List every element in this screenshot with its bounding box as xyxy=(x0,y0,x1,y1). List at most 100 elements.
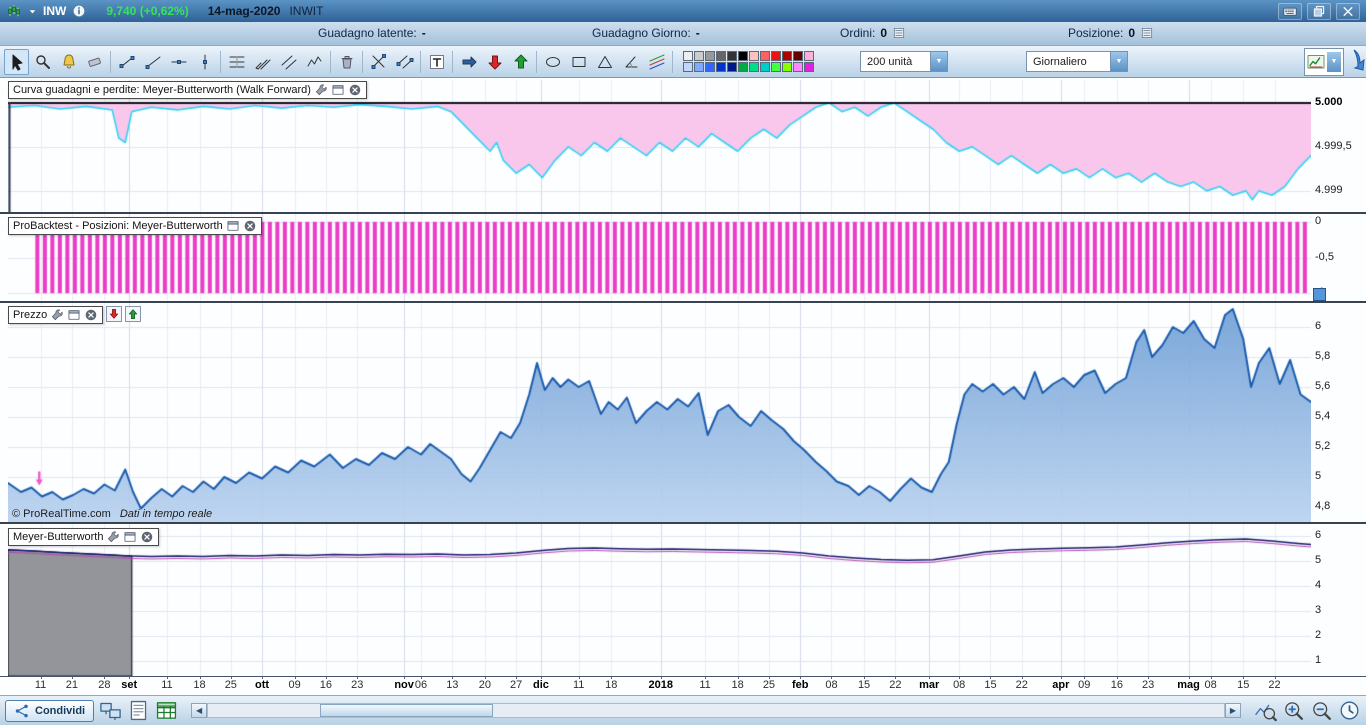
settings-wrench-icon[interactable] xyxy=(106,530,120,544)
order-report-icon[interactable] xyxy=(127,699,150,722)
fibonacci-tool[interactable] xyxy=(224,49,249,75)
delete-drawings-tool[interactable] xyxy=(334,49,359,75)
units-dropdown-arrow[interactable]: ▼ xyxy=(930,52,947,71)
ray-tool[interactable] xyxy=(140,49,165,75)
color-swatch[interactable] xyxy=(760,62,770,72)
detach-window-icon[interactable] xyxy=(123,530,137,544)
color-swatch[interactable] xyxy=(716,51,726,61)
chart-style-button[interactable]: ▼ xyxy=(1304,47,1344,76)
detach-window-icon[interactable] xyxy=(226,219,240,233)
panel-scroll-arrow[interactable] xyxy=(1351,48,1366,74)
triangle-tool[interactable] xyxy=(592,49,617,75)
color-swatch[interactable] xyxy=(749,51,759,61)
detach-window-icon[interactable] xyxy=(67,308,81,322)
color-swatch[interactable] xyxy=(738,62,748,72)
vertical-line-tool[interactable] xyxy=(192,49,217,75)
close-panel-icon[interactable] xyxy=(243,219,257,233)
color-swatch[interactable] xyxy=(771,51,781,61)
panel-divider[interactable] xyxy=(0,301,1366,303)
scroll-right-button[interactable]: ▶ xyxy=(1225,703,1241,718)
timeframe-dropdown-arrow[interactable]: ▼ xyxy=(1110,52,1127,71)
instrument-dropdown-caret[interactable] xyxy=(27,6,38,17)
trendline-tool[interactable] xyxy=(114,49,139,75)
angle-tool[interactable] xyxy=(618,49,643,75)
color-swatch[interactable] xyxy=(694,51,704,61)
timeframe-dropdown[interactable]: Giornaliero ▼ xyxy=(1026,51,1128,72)
restore-window-button[interactable] xyxy=(1307,2,1331,20)
equity-panel-tab[interactable]: Curva guadagni e perdite: Meyer-Butterwo… xyxy=(8,81,367,99)
pointer-tool[interactable] xyxy=(4,48,29,75)
color-swatch[interactable] xyxy=(683,51,693,61)
close-window-button[interactable] xyxy=(1336,2,1360,20)
color-swatch[interactable] xyxy=(694,62,704,72)
color-swatch[interactable] xyxy=(716,62,726,72)
pitchfork-tool[interactable] xyxy=(250,49,275,75)
market-table-icon[interactable] xyxy=(155,699,178,722)
color-swatch[interactable] xyxy=(705,51,715,61)
sell-marker-icon[interactable] xyxy=(106,306,123,322)
orders-list-icon[interactable] xyxy=(892,26,906,40)
cross-lines-tool[interactable] xyxy=(366,49,391,75)
close-panel-icon[interactable] xyxy=(348,83,362,97)
linked-windows-icon[interactable] xyxy=(99,699,122,722)
ellipse-tool[interactable] xyxy=(540,49,565,75)
parallel-lines-tool[interactable] xyxy=(392,49,417,75)
scrollbar-track[interactable] xyxy=(207,703,1225,718)
scrollbar-thumb[interactable] xyxy=(319,704,493,717)
chart-zoom-icon[interactable] xyxy=(1254,699,1277,722)
keyboard-shortcuts-button[interactable] xyxy=(1278,2,1302,20)
rectangle-tool[interactable] xyxy=(566,49,591,75)
orders-list-icon[interactable] xyxy=(1140,26,1154,40)
history-clock-icon[interactable] xyxy=(1338,699,1361,722)
settings-wrench-icon[interactable] xyxy=(50,308,64,322)
color-swatch[interactable] xyxy=(727,51,737,61)
horizontal-line-tool[interactable] xyxy=(166,49,191,75)
indicator-panel-tab[interactable]: Meyer-Butterworth xyxy=(8,528,160,546)
arrow-down-tool[interactable] xyxy=(482,49,507,75)
alarm-tool[interactable] xyxy=(56,49,81,75)
color-swatch[interactable] xyxy=(782,62,792,72)
panel-divider[interactable] xyxy=(0,212,1366,214)
time-scrollbar[interactable]: ◀ ▶ xyxy=(191,703,1241,718)
price-chart[interactable] xyxy=(8,303,1311,522)
arrow-right-tool[interactable] xyxy=(456,49,481,75)
zoom-out-icon[interactable] xyxy=(1310,699,1333,722)
color-swatch[interactable] xyxy=(738,51,748,61)
eraser-tool[interactable] xyxy=(82,49,107,75)
multi-lines-tool[interactable] xyxy=(644,49,669,75)
detach-window-icon[interactable] xyxy=(331,83,345,97)
scroll-left-button[interactable]: ◀ xyxy=(191,703,208,718)
color-swatch[interactable] xyxy=(749,62,759,72)
channel-tool[interactable] xyxy=(276,49,301,75)
color-swatch[interactable] xyxy=(804,62,814,72)
arrow-up-tool[interactable] xyxy=(508,49,533,75)
indicator-chart[interactable] xyxy=(8,524,1311,676)
zigzag-tool[interactable] xyxy=(302,49,327,75)
color-swatch[interactable] xyxy=(793,51,803,61)
units-dropdown[interactable]: 200 unità ▼ xyxy=(860,51,948,72)
equity-curve-chart[interactable] xyxy=(8,80,1311,212)
price-panel-tab[interactable]: Prezzo xyxy=(8,306,104,324)
close-panel-icon[interactable] xyxy=(140,530,154,544)
color-palette[interactable] xyxy=(683,51,814,72)
color-swatch[interactable] xyxy=(804,51,814,61)
zoom-tool[interactable] xyxy=(30,49,55,75)
color-swatch[interactable] xyxy=(683,62,693,72)
color-swatch[interactable] xyxy=(727,62,737,72)
color-swatch[interactable] xyxy=(705,62,715,72)
panel-resize-handle[interactable] xyxy=(1313,288,1326,301)
zoom-in-icon[interactable] xyxy=(1282,699,1305,722)
info-icon[interactable] xyxy=(71,3,87,19)
share-button[interactable]: Condividi xyxy=(5,699,95,722)
color-swatch[interactable] xyxy=(782,51,792,61)
color-swatch[interactable] xyxy=(760,51,770,61)
positions-panel-tab[interactable]: ProBacktest - Posizioni: Meyer-Butterwor… xyxy=(8,217,262,235)
settings-wrench-icon[interactable] xyxy=(314,83,328,97)
buy-marker-icon[interactable] xyxy=(125,306,142,322)
panel-divider[interactable] xyxy=(0,522,1366,524)
chart-style-caret[interactable]: ▼ xyxy=(1327,51,1341,72)
color-swatch[interactable] xyxy=(793,62,803,72)
text-tool[interactable] xyxy=(424,49,449,75)
color-swatch[interactable] xyxy=(771,62,781,72)
close-panel-icon[interactable] xyxy=(84,308,98,322)
